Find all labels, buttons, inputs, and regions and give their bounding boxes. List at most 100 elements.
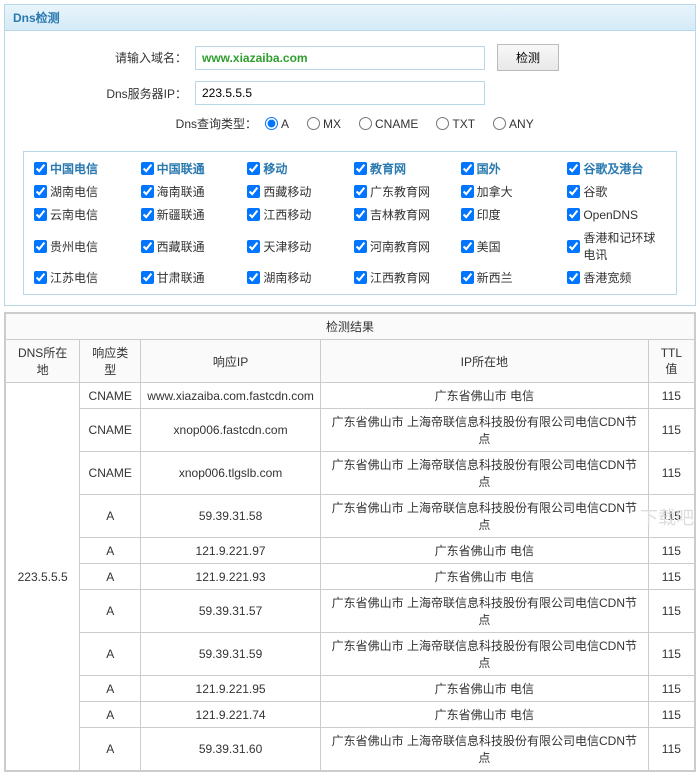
domain-input[interactable]: [195, 46, 485, 70]
cell-ip: 59.39.31.60: [141, 728, 321, 771]
cell-ttl: 115: [648, 728, 694, 771]
cell-loc: 广东省佛山市 电信: [320, 564, 648, 590]
check-item[interactable]: 河南教育网: [354, 229, 453, 263]
cell-ttl: 115: [648, 564, 694, 590]
cell-loc: 广东省佛山市 电信: [320, 383, 648, 409]
check-item[interactable]: 湖南电信: [34, 183, 133, 200]
query-type-any[interactable]: ANY: [493, 117, 534, 131]
cell-ip: xnop006.tlgslb.com: [141, 452, 321, 495]
check-item[interactable]: 天津移动: [247, 229, 346, 263]
form-area: 请输入域名： 检测 Dns服务器IP： Dns查询类型： A MX CNAME …: [5, 31, 695, 145]
col-header: 响应IP: [141, 340, 321, 383]
table-row: A121.9.221.74广东省佛山市 电信115: [6, 702, 695, 728]
check-header[interactable]: 中国联通: [141, 160, 240, 177]
check-item[interactable]: 甘肃联通: [141, 269, 240, 286]
cell-ip: 121.9.221.93: [141, 564, 321, 590]
cell-ip: 59.39.31.59: [141, 633, 321, 676]
dns-loc-cell: 223.5.5.5: [6, 383, 80, 771]
col-header: IP所在地: [320, 340, 648, 383]
col-header: 响应类型: [80, 340, 141, 383]
provider-checks: 中国电信 中国联通 移动 教育网 国外 谷歌及港台 湖南电信 海南联通 西藏移动…: [23, 151, 677, 295]
submit-button[interactable]: 检测: [497, 44, 559, 71]
check-item[interactable]: 谷歌: [567, 183, 666, 200]
cell-ip: 121.9.221.95: [141, 676, 321, 702]
table-row: A121.9.221.93广东省佛山市 电信115: [6, 564, 695, 590]
check-item[interactable]: OpenDNS: [567, 206, 666, 223]
table-row: 223.5.5.5CNAMEwww.xiazaiba.com.fastcdn.c…: [6, 383, 695, 409]
check-item[interactable]: 云南电信: [34, 206, 133, 223]
cell-type: A: [80, 590, 141, 633]
cell-ttl: 115: [648, 676, 694, 702]
cell-loc: 广东省佛山市 上海帝联信息科技股份有限公司电信CDN节点: [320, 590, 648, 633]
check-item[interactable]: 加拿大: [461, 183, 560, 200]
cell-ip: www.xiazaiba.com.fastcdn.com: [141, 383, 321, 409]
col-header: TTL值: [648, 340, 694, 383]
query-type-txt[interactable]: TXT: [436, 117, 475, 131]
check-item[interactable]: 美国: [461, 229, 560, 263]
check-item[interactable]: 香港和记环球电讯: [567, 229, 666, 263]
cell-loc: 广东省佛山市 电信: [320, 676, 648, 702]
cell-loc: 广东省佛山市 上海帝联信息科技股份有限公司电信CDN节点: [320, 633, 648, 676]
cell-ttl: 115: [648, 383, 694, 409]
type-label: Dns查询类型：: [5, 115, 265, 132]
panel-title: Dns检测: [5, 5, 695, 31]
cell-type: A: [80, 495, 141, 538]
query-type-mx[interactable]: MX: [307, 117, 341, 131]
check-item[interactable]: 江西教育网: [354, 269, 453, 286]
check-item[interactable]: 广东教育网: [354, 183, 453, 200]
query-type-cname[interactable]: CNAME: [359, 117, 418, 131]
cell-type: CNAME: [80, 452, 141, 495]
cell-ttl: 115: [648, 702, 694, 728]
check-item[interactable]: 海南联通: [141, 183, 240, 200]
domain-label: 请输入域名：: [5, 49, 195, 66]
query-type-a[interactable]: A: [265, 117, 289, 131]
check-item[interactable]: 西藏联通: [141, 229, 240, 263]
check-item[interactable]: 吉林教育网: [354, 206, 453, 223]
results-table: 检测结果 DNS所在地响应类型响应IPIP所在地TTL值 223.5.5.5CN…: [4, 312, 696, 772]
cell-loc: 广东省佛山市 上海帝联信息科技股份有限公司电信CDN节点: [320, 409, 648, 452]
cell-ip: 121.9.221.74: [141, 702, 321, 728]
cell-ip: 59.39.31.58: [141, 495, 321, 538]
cell-ttl: 115: [648, 590, 694, 633]
cell-type: A: [80, 538, 141, 564]
check-item[interactable]: 江苏电信: [34, 269, 133, 286]
check-header[interactable]: 中国电信: [34, 160, 133, 177]
table-row: A121.9.221.95广东省佛山市 电信115: [6, 676, 695, 702]
cell-loc: 广东省佛山市 上海帝联信息科技股份有限公司电信CDN节点: [320, 728, 648, 771]
server-label: Dns服务器IP：: [5, 85, 195, 102]
check-header[interactable]: 谷歌及港台: [567, 160, 666, 177]
cell-type: CNAME: [80, 409, 141, 452]
table-row: A59.39.31.60广东省佛山市 上海帝联信息科技股份有限公司电信CDN节点…: [6, 728, 695, 771]
table-row: A121.9.221.97广东省佛山市 电信115: [6, 538, 695, 564]
table-row: A59.39.31.57广东省佛山市 上海帝联信息科技股份有限公司电信CDN节点…: [6, 590, 695, 633]
col-header: DNS所在地: [6, 340, 80, 383]
cell-ttl: 115: [648, 538, 694, 564]
check-item[interactable]: 湖南移动: [247, 269, 346, 286]
table-row: A59.39.31.58广东省佛山市 上海帝联信息科技股份有限公司电信CDN节点…: [6, 495, 695, 538]
server-input[interactable]: [195, 81, 485, 105]
cell-type: A: [80, 728, 141, 771]
cell-type: A: [80, 676, 141, 702]
table-row: A59.39.31.59广东省佛山市 上海帝联信息科技股份有限公司电信CDN节点…: [6, 633, 695, 676]
results-title: 检测结果: [6, 314, 695, 340]
check-item[interactable]: 新西兰: [461, 269, 560, 286]
cell-type: A: [80, 702, 141, 728]
check-header[interactable]: 教育网: [354, 160, 453, 177]
check-item[interactable]: 江西移动: [247, 206, 346, 223]
cell-loc: 广东省佛山市 电信: [320, 538, 648, 564]
cell-type: A: [80, 633, 141, 676]
cell-loc: 广东省佛山市 上海帝联信息科技股份有限公司电信CDN节点: [320, 495, 648, 538]
check-item[interactable]: 贵州电信: [34, 229, 133, 263]
check-header[interactable]: 移动: [247, 160, 346, 177]
check-item[interactable]: 西藏移动: [247, 183, 346, 200]
cell-ttl: 115: [648, 495, 694, 538]
cell-type: CNAME: [80, 383, 141, 409]
check-item[interactable]: 新疆联通: [141, 206, 240, 223]
check-header[interactable]: 国外: [461, 160, 560, 177]
cell-type: A: [80, 564, 141, 590]
cell-loc: 广东省佛山市 电信: [320, 702, 648, 728]
table-row: CNAMExnop006.fastcdn.com广东省佛山市 上海帝联信息科技股…: [6, 409, 695, 452]
cell-ttl: 115: [648, 409, 694, 452]
check-item[interactable]: 印度: [461, 206, 560, 223]
check-item[interactable]: 香港宽频: [567, 269, 666, 286]
